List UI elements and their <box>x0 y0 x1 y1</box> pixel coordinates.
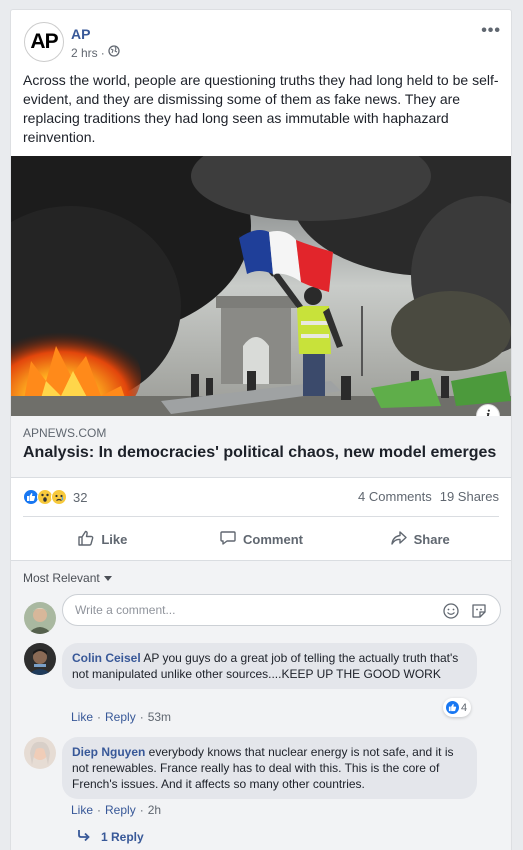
comment-reply-link[interactable]: Reply <box>105 710 136 724</box>
link-domain: APNEWS.COM <box>23 426 107 440</box>
comment-reaction-count: 4 <box>461 701 468 714</box>
replies-label: 1 Reply <box>101 829 144 844</box>
like-reaction-icon <box>445 700 460 715</box>
caret-down-icon <box>103 575 112 581</box>
comment-button[interactable]: Comment <box>182 517 341 561</box>
comment-time[interactable]: 2h <box>148 803 161 817</box>
comment-reaction-summary[interactable]: 4 <box>443 698 472 717</box>
commenter-avatar[interactable] <box>24 643 56 675</box>
reaction-count: 32 <box>73 489 88 505</box>
current-user-avatar[interactable] <box>24 602 56 634</box>
shares-count-link[interactable]: 19 Shares <box>440 489 499 504</box>
comments-section: Most Relevant Colin Ceisel AP you guys d… <box>11 561 511 850</box>
share-icon <box>390 529 408 550</box>
emoji-icon[interactable] <box>442 602 460 620</box>
separator-dot: · <box>139 710 144 724</box>
comment-actions: Like · Reply · 53m <box>71 710 171 724</box>
comment-icon <box>219 529 237 550</box>
post-actions: Like Comment Share <box>23 517 499 561</box>
sad-reaction-icon <box>51 489 67 505</box>
comment-composer[interactable] <box>62 594 501 626</box>
separator-dot: · <box>139 803 144 817</box>
thumbs-up-icon <box>77 529 95 550</box>
comment-bubble: Diep Nguyen everybody knows that nuclear… <box>62 737 477 799</box>
post-meta: 2 hrs · <box>71 45 120 60</box>
share-label: Share <box>413 531 450 547</box>
sort-label: Most Relevant <box>23 571 100 585</box>
separator-dot: · <box>97 710 102 724</box>
comment-author[interactable]: Diep Nguyen <box>72 745 145 759</box>
comment-reply-link[interactable]: Reply <box>105 803 136 817</box>
page-name-link[interactable]: AP <box>71 26 90 42</box>
comment-label: Comment <box>243 531 303 547</box>
comments-count-link[interactable]: 4 Comments <box>358 489 432 504</box>
post-card: AP AP 2 hrs · ••• Across the world, peop… <box>10 9 512 850</box>
post-stats: 4 Comments 19 Shares <box>358 489 499 504</box>
link-preview-image[interactable]: i <box>11 156 511 416</box>
separator-dot: · <box>97 803 102 817</box>
page-avatar[interactable]: AP <box>24 22 64 62</box>
link-preview[interactable]: APNEWS.COM Analysis: In democracies' pol… <box>11 416 511 478</box>
reactions-summary[interactable]: 32 <box>23 489 87 505</box>
commenter-avatar[interactable] <box>24 737 56 769</box>
post-text: Across the world, people are questioning… <box>23 72 499 145</box>
link-title[interactable]: Analysis: In democracies' political chao… <box>23 444 496 462</box>
comment-like-link[interactable]: Like <box>71 803 93 817</box>
reply-arrow-icon <box>77 829 91 844</box>
sticker-icon[interactable] <box>470 602 488 620</box>
like-button[interactable]: Like <box>23 517 182 561</box>
meta-separator: · <box>100 45 105 60</box>
comment-bubble: Colin Ceisel AP you guys do a great job … <box>62 643 477 689</box>
share-button[interactable]: Share <box>340 517 499 561</box>
globe-icon <box>108 45 120 60</box>
more-options-button[interactable]: ••• <box>481 22 501 40</box>
comment-sort-dropdown[interactable]: Most Relevant <box>23 571 112 585</box>
like-label: Like <box>101 531 128 547</box>
comment-time[interactable]: 53m <box>148 710 171 724</box>
view-replies-link[interactable]: 1 Reply <box>77 829 144 844</box>
protest-photo <box>11 156 511 416</box>
comment-input[interactable] <box>75 603 415 617</box>
comment-like-link[interactable]: Like <box>71 710 93 724</box>
comment-actions: Like · Reply · 2h <box>71 803 161 817</box>
post-time[interactable]: 2 hrs <box>71 46 98 60</box>
comment-author[interactable]: Colin Ceisel <box>72 651 141 665</box>
ap-logo: AP <box>30 30 58 53</box>
